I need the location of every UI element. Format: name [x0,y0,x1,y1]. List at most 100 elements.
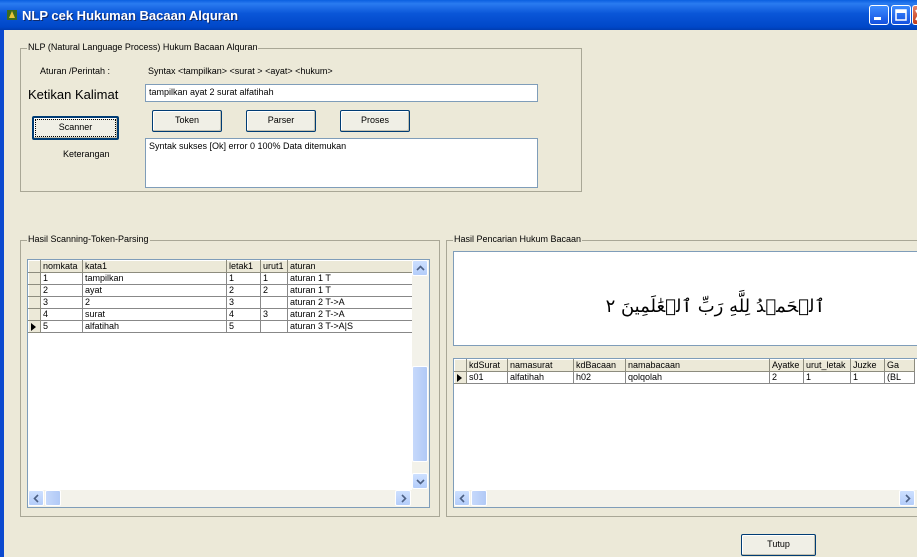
token-button[interactable]: Token [152,110,222,132]
column-header[interactable]: letak1 [226,260,261,273]
table-cell[interactable]: aturan 1 T [287,272,414,285]
scan-horizontal-thumb[interactable] [45,490,61,506]
scan-vertical-scrollbar[interactable] [412,260,429,490]
table-row[interactable]: 1 tampilkan 1 1 aturan 1 T [28,272,414,285]
table-cell[interactable]: 1 [226,272,261,285]
column-header[interactable]: Juzke [850,359,885,372]
table-cell[interactable]: aturan 2 T->A [287,308,414,321]
close-icon [915,9,917,21]
arabic-verse-text: ٱلۡحَمۡدُ لِلَّهِ رَبِّ ٱلۡعَٰلَمِينَ ٢ [605,296,825,317]
column-header[interactable]: Ga [884,359,915,372]
table-cell[interactable]: 3 [40,296,83,309]
result-header-row: kdSurat namasurat kdBacaan namabacaan Ay… [454,359,915,372]
result-group-legend: Hasil Pencarian Hukum Bacaan [453,234,583,244]
table-cell[interactable]: 2 [40,284,83,297]
scanner-button[interactable]: Scanner [32,116,119,140]
result-grid[interactable]: kdSurat namasurat kdBacaan namabacaan Ay… [453,358,917,508]
table-cell[interactable]: 1 [803,371,851,384]
parser-button[interactable]: Parser [246,110,316,132]
table-cell[interactable]: ayat [82,284,227,297]
table-cell[interactable]: tampilkan [82,272,227,285]
scan-grid[interactable]: nomkata kata1 letak1 urut1 aturan 1 tamp… [27,259,430,508]
maximize-button[interactable] [891,5,911,25]
column-header[interactable]: namabacaan [625,359,770,372]
table-cell[interactable]: 5 [40,320,83,333]
result-scroll-left-button[interactable] [454,490,470,506]
column-header[interactable]: urut_letak [803,359,851,372]
result-horizontal-scrollbar[interactable] [454,490,917,507]
indicator-header [454,359,467,372]
table-cell[interactable]: qolqolah [625,371,770,384]
scan-horizontal-scrollbar[interactable] [28,490,429,507]
row-indicator [454,371,467,384]
scroll-up-button[interactable] [412,260,428,276]
table-cell[interactable]: h02 [573,371,626,384]
column-header[interactable]: kdBacaan [573,359,626,372]
column-header[interactable]: urut1 [260,260,288,273]
column-header[interactable]: Ayatke [769,359,804,372]
table-cell[interactable] [260,320,288,333]
proses-button[interactable]: Proses [340,110,410,132]
scroll-right-icon [401,494,407,503]
close-button[interactable] [912,5,917,25]
table-cell[interactable]: 4 [226,308,261,321]
scroll-left-icon [459,494,465,503]
app-icon [7,10,17,20]
table-cell[interactable]: 2 [260,284,288,297]
tutup-button[interactable]: Tutup [741,534,816,556]
table-cell[interactable]: 1 [260,272,288,285]
scroll-down-icon [416,479,425,485]
scroll-left-icon [33,494,39,503]
table-cell[interactable] [260,296,288,309]
table-cell[interactable]: 4 [40,308,83,321]
column-header[interactable]: nomkata [40,260,83,273]
token-button-label: Token [174,115,200,125]
scroll-down-button[interactable] [412,473,428,489]
minimize-button[interactable] [869,5,889,25]
table-cell[interactable]: alfatihah [507,371,574,384]
row-indicator [28,284,41,297]
row-indicator [28,320,41,333]
scroll-up-icon [416,265,425,271]
table-cell[interactable]: aturan 2 T->A [287,296,414,309]
table-cell[interactable]: 2 [769,371,804,384]
table-row[interactable]: 2 ayat 2 2 aturan 1 T [28,284,414,297]
sentence-input[interactable]: tampilkan ayat 2 surat alfatihah [145,84,538,102]
column-header[interactable]: aturan [287,260,414,273]
scroll-left-button[interactable] [28,490,44,506]
column-header[interactable]: kata1 [82,260,227,273]
table-cell[interactable]: s01 [466,371,508,384]
column-header[interactable]: namasurat [507,359,574,372]
tutup-button-label: Tutup [767,539,790,549]
scanner-button-label: Scanner [58,122,93,132]
table-cell[interactable]: 1 [850,371,885,384]
table-cell[interactable]: (BL [884,371,915,384]
maximize-icon [895,9,907,21]
table-row[interactable]: 5 alfatihah 5 aturan 3 T->A|S [28,320,414,333]
scan-vertical-thumb[interactable] [412,366,428,462]
rule-label: Aturan /Perintah : [40,66,111,76]
indicator-header [28,260,41,273]
arabic-verse-panel: ٱلۡحَمۡدُ لِلَّهِ رَبِّ ٱلۡعَٰلَمِينَ ٢ [453,251,917,346]
table-cell[interactable]: aturan 1 T [287,284,414,297]
table-cell[interactable]: 2 [226,284,261,297]
nlp-group-legend: NLP (Natural Language Process) Hukum Bac… [27,42,259,52]
table-cell[interactable]: aturan 3 T->A|S [287,320,414,333]
table-cell[interactable]: 1 [40,272,83,285]
table-row[interactable]: s01 alfatihah h02 qolqolah 2 1 1 (BL [454,371,915,384]
table-cell[interactable]: 2 [82,296,227,309]
table-cell[interactable]: 3 [226,296,261,309]
sentence-label: Ketikan Kalimat [28,87,119,102]
title-bar[interactable]: NLP cek Hukuman Bacaan Alquran [0,0,917,30]
table-row[interactable]: 3 2 3 aturan 2 T->A [28,296,414,309]
table-row[interactable]: 4 surat 4 3 aturan 2 T->A [28,308,414,321]
table-cell[interactable]: surat [82,308,227,321]
column-header[interactable]: kdSurat [466,359,508,372]
scroll-right-button[interactable] [395,490,411,506]
table-cell[interactable]: 3 [260,308,288,321]
info-memo[interactable]: Syntak sukses [Ok] error 0 100% Data dit… [145,138,538,188]
result-scroll-right-button[interactable] [899,490,915,506]
table-cell[interactable]: alfatihah [82,320,227,333]
table-cell[interactable]: 5 [226,320,261,333]
result-horizontal-thumb[interactable] [471,490,487,506]
